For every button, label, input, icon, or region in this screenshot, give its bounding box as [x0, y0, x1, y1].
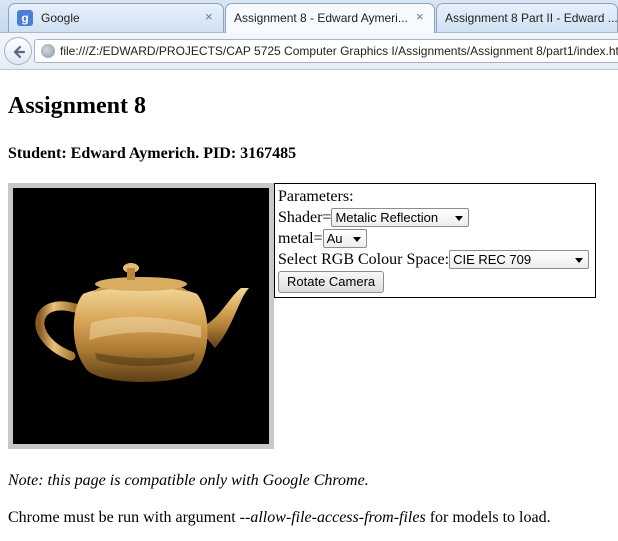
page-title: Assignment 8 [8, 93, 147, 119]
url-text: file:///Z:/EDWARD/PROJECTS/CAP 5725 Comp… [60, 44, 618, 58]
metal-label: metal= [278, 230, 323, 247]
colour-space-row: Select RGB Colour Space: CIE REC 709 [278, 249, 592, 270]
parameters-panel: Parameters: Shader= Metalic Reflection me… [274, 183, 596, 298]
chevron-down-icon [575, 258, 584, 263]
compatibility-note: Note: this page is compatible only with … [8, 472, 369, 489]
back-button[interactable] [4, 37, 32, 65]
chrome-note-suffix: for models to load. [425, 509, 551, 526]
shader-row: Shader= Metalic Reflection [278, 207, 592, 228]
tab-label: Assignment 8 - Edward Aymeri... [234, 11, 408, 25]
tab-google[interactable]: g Google × [8, 3, 224, 32]
parameters-heading: Parameters: [278, 188, 354, 205]
chrome-note-prefix: Chrome must be run with argument [8, 509, 240, 526]
close-icon[interactable]: × [416, 9, 424, 24]
close-icon[interactable]: × [205, 9, 213, 24]
chrome-argument-note: Chrome must be run with argument --allow… [8, 509, 551, 527]
teapot-render [35, 263, 249, 382]
chevron-down-icon [455, 216, 464, 221]
address-bar[interactable]: file:///Z:/EDWARD/PROJECTS/CAP 5725 Comp… [34, 39, 618, 63]
student-info: Student: Edward Aymerich. PID: 3167485 [8, 145, 297, 162]
metal-row: metal= Au [278, 228, 592, 249]
tab-label: Assignment 8 Part II - Edward ... [445, 11, 618, 25]
google-favicon-icon: g [17, 10, 33, 26]
shader-value: Metalic Reflection [335, 210, 439, 225]
colour-space-value: CIE REC 709 [453, 252, 532, 267]
canvas-frame [8, 183, 274, 449]
tab-assignment-8[interactable]: Assignment 8 - Edward Aymeri... × [225, 3, 435, 33]
shader-select[interactable]: Metalic Reflection [331, 208, 470, 227]
render-canvas[interactable] [13, 188, 269, 444]
globe-icon [41, 44, 55, 58]
page-content: Assignment 8 Student: Edward Aymerich. P… [8, 70, 618, 526]
back-arrow-icon [13, 45, 26, 59]
shader-label: Shader= [278, 209, 332, 226]
rotate-row: Rotate Camera [278, 270, 592, 293]
chrome-argument: --allow-file-access-from-files [239, 509, 426, 526]
tab-label: Google [41, 11, 80, 25]
colour-space-select[interactable]: CIE REC 709 [449, 250, 590, 269]
colour-space-label: Select RGB Colour Space: [278, 251, 450, 268]
metal-value: Au [326, 231, 343, 246]
chevron-down-icon [352, 237, 361, 242]
navigation-bar: file:///Z:/EDWARD/PROJECTS/CAP 5725 Comp… [0, 33, 618, 70]
metal-select[interactable]: Au [322, 229, 367, 248]
tab-assignment-8-part-ii[interactable]: Assignment 8 Part II - Edward ... [436, 3, 618, 32]
rotate-camera-button[interactable]: Rotate Camera [278, 271, 385, 293]
tab-strip: g Google × Assignment 8 - Edward Aymeri.… [0, 0, 618, 33]
